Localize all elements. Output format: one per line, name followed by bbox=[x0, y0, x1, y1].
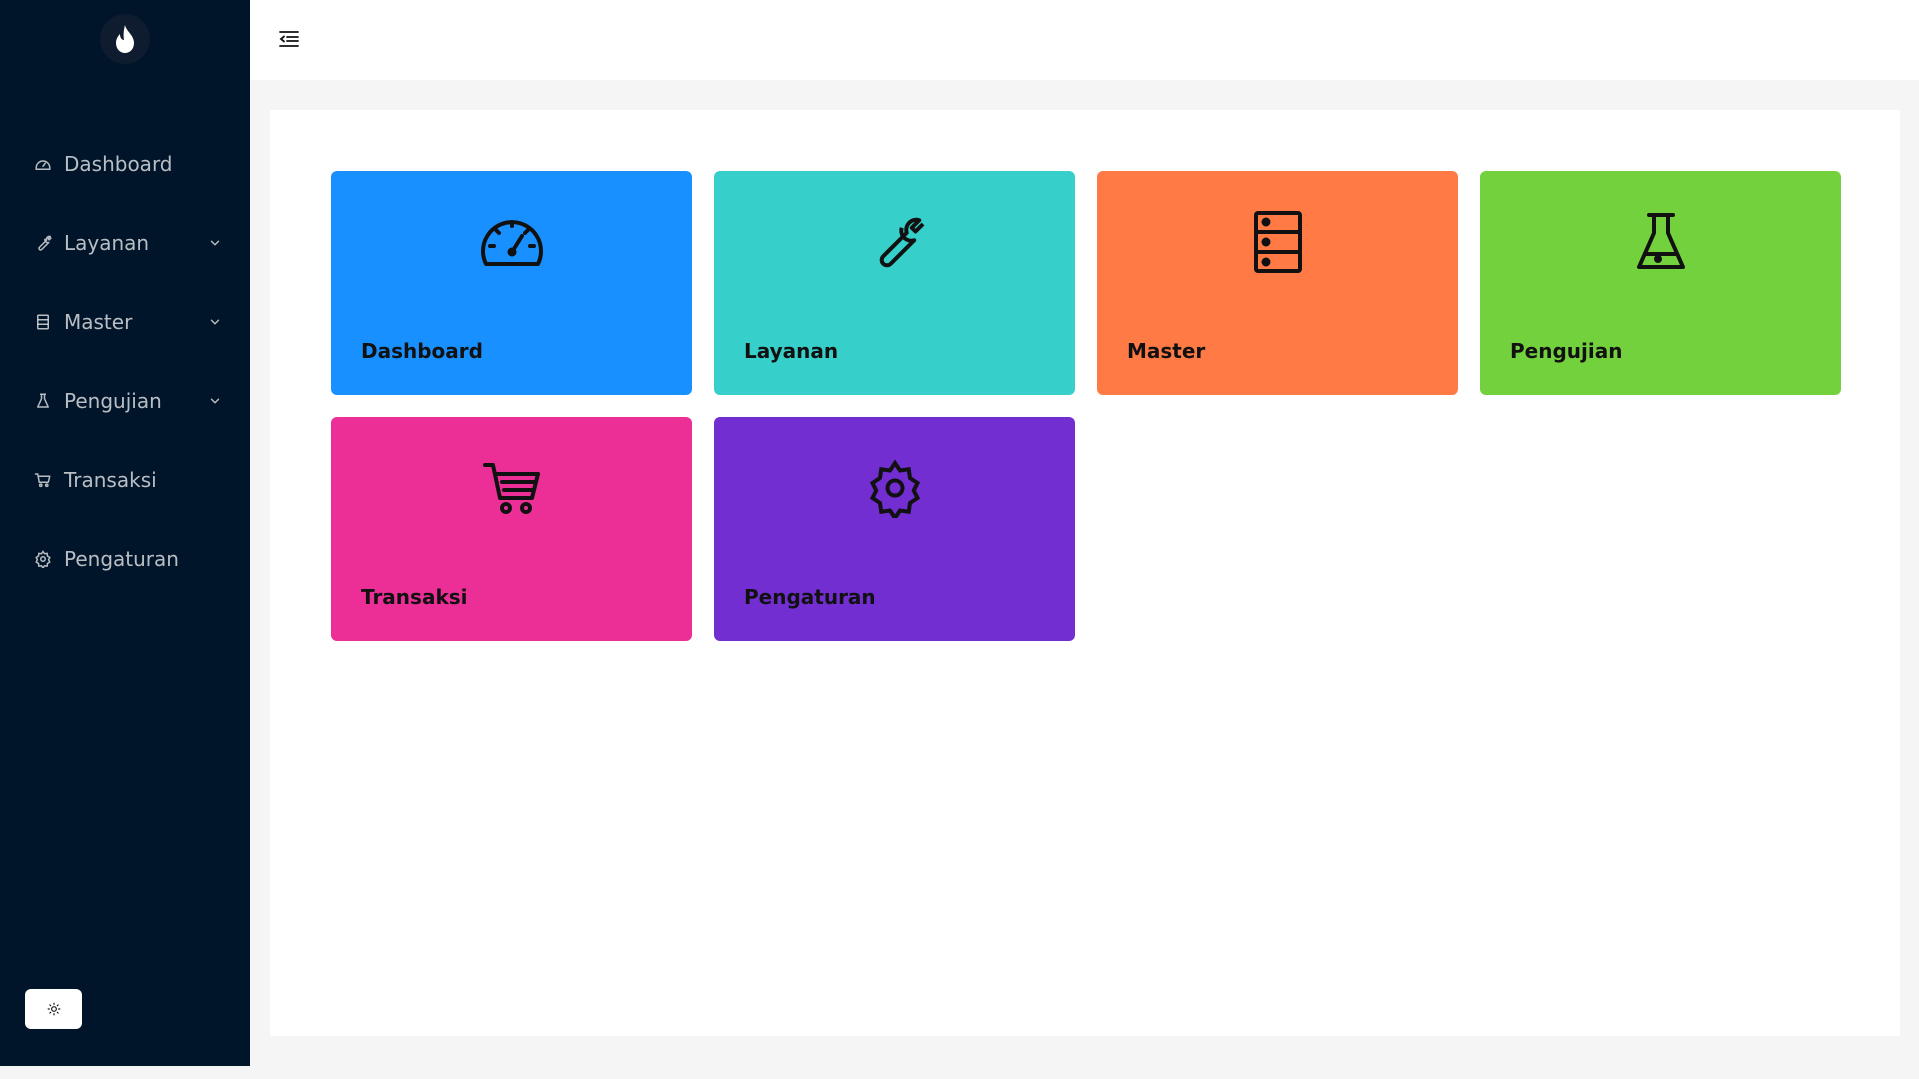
sidebar-item-dashboard[interactable]: Dashboard bbox=[0, 124, 250, 203]
flask-icon bbox=[1628, 209, 1694, 275]
tool-icon bbox=[862, 209, 928, 275]
flame-icon bbox=[116, 25, 134, 53]
flask-icon bbox=[34, 392, 52, 410]
menu-fold-icon bbox=[279, 31, 299, 47]
sidebar-item-pengaturan[interactable]: Pengaturan bbox=[0, 519, 250, 598]
dashboard-icon bbox=[479, 209, 545, 275]
chevron-down-icon[interactable] bbox=[208, 236, 222, 250]
main-content: Dashboard Layanan Master Pengujian Trans… bbox=[270, 110, 1900, 1036]
chevron-down-icon[interactable] bbox=[208, 394, 222, 408]
sidebar-item-label: Pengaturan bbox=[64, 546, 179, 571]
cart-icon bbox=[479, 455, 545, 521]
tile-dashboard[interactable]: Dashboard bbox=[331, 171, 692, 395]
tile-label: Dashboard bbox=[361, 339, 483, 363]
sidebar-item-pengujian[interactable]: Pengujian bbox=[0, 361, 250, 440]
tile-label: Layanan bbox=[744, 339, 839, 363]
theme-toggle-button[interactable] bbox=[25, 989, 82, 1029]
sidebar-item-label: Layanan bbox=[64, 230, 150, 255]
gear-icon bbox=[862, 455, 928, 521]
cart-icon bbox=[34, 471, 52, 489]
tile-layanan[interactable]: Layanan bbox=[714, 171, 1075, 395]
sun-icon bbox=[47, 1002, 60, 1016]
tile-label: Master bbox=[1127, 339, 1206, 363]
database-icon bbox=[1245, 209, 1311, 275]
app-logo[interactable] bbox=[100, 14, 150, 64]
tile-pengujian[interactable]: Pengujian bbox=[1480, 171, 1841, 395]
tile-pengaturan[interactable]: Pengaturan bbox=[714, 417, 1075, 641]
top-header bbox=[250, 0, 1919, 80]
tool-icon bbox=[34, 234, 52, 252]
sidebar-item-transaksi[interactable]: Transaksi bbox=[0, 440, 250, 519]
chevron-down-icon[interactable] bbox=[208, 315, 222, 329]
sidebar-item-label: Transaksi bbox=[64, 467, 157, 492]
tile-transaksi[interactable]: Transaksi bbox=[331, 417, 692, 641]
menu-fold-button[interactable] bbox=[276, 28, 302, 50]
database-icon bbox=[34, 313, 52, 331]
tile-master[interactable]: Master bbox=[1097, 171, 1458, 395]
gear-icon bbox=[34, 549, 52, 568]
tile-label: Pengujian bbox=[1510, 339, 1623, 363]
tile-label: Transaksi bbox=[361, 585, 468, 609]
sidebar-item-label: Master bbox=[64, 309, 133, 334]
sidebar-item-label: Dashboard bbox=[64, 151, 173, 176]
dashboard-icon bbox=[34, 155, 52, 173]
tile-label: Pengaturan bbox=[744, 585, 876, 609]
sidebar-item-label: Pengujian bbox=[64, 388, 162, 413]
sidebar-nav: Dashboard Layanan Master Pengujian Trans… bbox=[0, 124, 250, 598]
sidebar-item-layanan[interactable]: Layanan bbox=[0, 203, 250, 282]
sidebar: Dashboard Layanan Master Pengujian Trans… bbox=[0, 0, 250, 1066]
sidebar-item-master[interactable]: Master bbox=[0, 282, 250, 361]
